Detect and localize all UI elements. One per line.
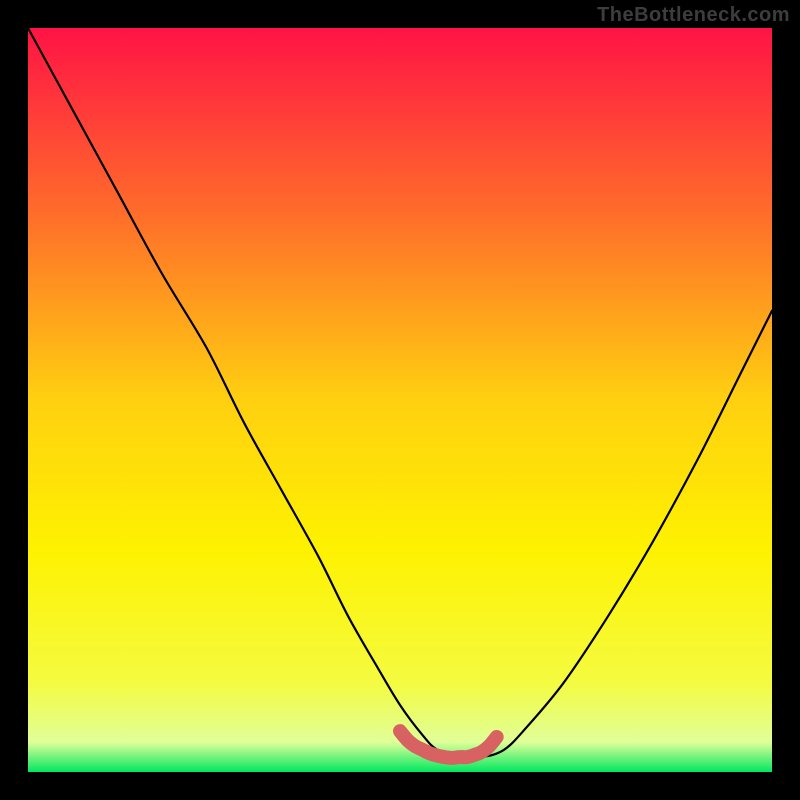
bottleneck-chart: TheBottleneck.com (0, 0, 800, 800)
chart-plot-area (0, 0, 800, 800)
gradient-background (28, 28, 772, 772)
watermark-text: TheBottleneck.com (597, 4, 790, 27)
